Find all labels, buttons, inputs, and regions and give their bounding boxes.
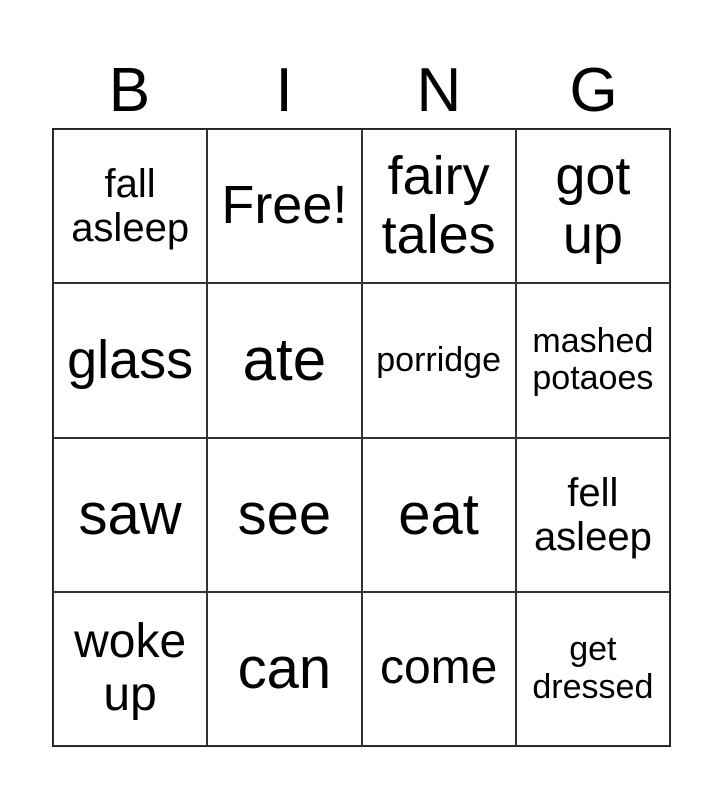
bingo-cell[interactable]: fall asleep — [53, 129, 208, 284]
header-letter-b: B — [108, 56, 151, 125]
bingo-cell-text: fell asleep — [533, 470, 652, 559]
bingo-cell[interactable]: saw — [53, 437, 208, 592]
bingo-cell[interactable]: eat — [361, 437, 516, 592]
bingo-cell-text: mashed potaoes — [532, 321, 654, 398]
bingo-cell[interactable]: get dressed — [515, 591, 670, 746]
bingo-cell[interactable]: fairy tales — [361, 129, 516, 284]
bingo-cell[interactable]: ate — [207, 283, 362, 438]
bingo-cell[interactable]: see — [207, 437, 362, 592]
bingo-cell[interactable]: mashed potaoes — [515, 283, 670, 438]
bingo-cell[interactable]: woke up — [53, 591, 208, 746]
bingo-cell-text: come — [379, 641, 498, 695]
bingo-cell[interactable]: fell asleep — [515, 437, 670, 592]
header-letter-i: I — [275, 56, 293, 125]
bingo-cell-text: got up — [555, 145, 631, 266]
bingo-cell-text: get dressed — [532, 630, 654, 706]
bingo-cell[interactable]: glass — [53, 283, 208, 438]
bingo-cell-text: see — [237, 481, 332, 547]
header-letter-g: G — [569, 56, 618, 125]
bingo-cell-text: fall asleep — [71, 162, 190, 251]
header-letter-n: N — [416, 56, 462, 125]
bingo-cell-text: porridge — [376, 340, 501, 379]
bingo-cell[interactable]: porridge — [361, 283, 516, 438]
bingo-cell[interactable]: can — [207, 591, 362, 746]
bingo-cell-text: woke up — [74, 615, 187, 721]
bingo-cell[interactable]: Free! — [207, 129, 362, 284]
bingo-cell-text: eat — [398, 481, 479, 547]
bingo-cell[interactable]: got up — [515, 129, 670, 284]
bingo-cell-text: fairy tales — [381, 145, 496, 266]
bingo-cell-text: Free! — [221, 175, 348, 236]
bingo-card-grid: fall asleep Free! fairy tales got up glass at… — [52, 128, 671, 747]
bingo-cell-text: saw — [78, 481, 182, 547]
bingo-cell[interactable]: come — [361, 591, 516, 746]
bingo-cell-text: ate — [242, 326, 327, 394]
bingo-header: B I N G — [52, 58, 671, 124]
bingo-cell-text: can — [237, 635, 332, 701]
bingo-cell-text: glass — [67, 329, 194, 390]
